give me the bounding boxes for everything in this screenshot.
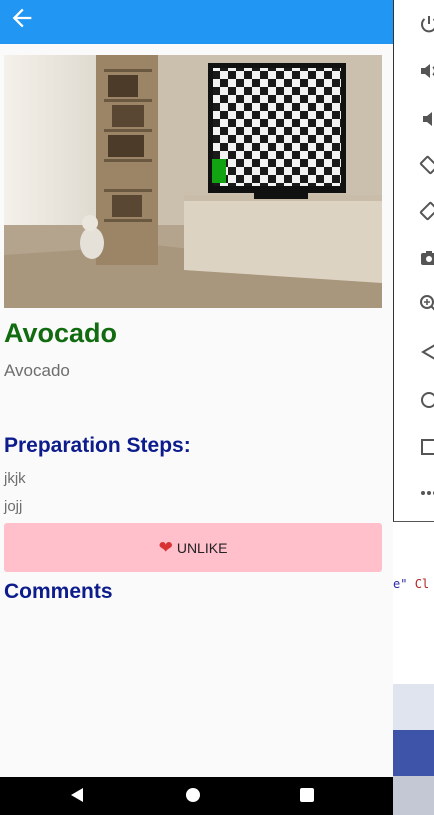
back-icon[interactable] (419, 342, 434, 362)
arrow-left-icon[interactable] (8, 4, 36, 32)
camera-icon[interactable] (419, 248, 434, 268)
nav-home-icon[interactable] (184, 786, 202, 809)
nav-recents-icon[interactable] (298, 786, 316, 809)
unlike-button[interactable]: ❤ UNLIKE (4, 523, 382, 572)
ide-taskbar-strip (393, 730, 434, 776)
recipe-title: Avocado (4, 318, 118, 348)
unlike-label: UNLIKE (176, 539, 228, 556)
recipe-subtitle: Avocado (4, 361, 70, 380)
emulator-side-panel: e" Cl (393, 0, 434, 815)
preparation-steps-heading: Preparation Steps: (4, 434, 191, 457)
step-item: jkjk (4, 470, 26, 487)
heart-icon: ❤ (158, 537, 173, 557)
code-editor-fragment: e" Cl (393, 522, 434, 684)
nav-back-icon[interactable] (68, 786, 86, 809)
comments-heading: Comments (4, 580, 113, 603)
emulator-toolbar (393, 0, 434, 522)
home-icon[interactable] (419, 390, 434, 410)
power-icon[interactable] (419, 14, 434, 34)
volume-up-icon[interactable] (419, 61, 434, 81)
ide-status-strip (393, 776, 434, 815)
phone-screen: Avocado Avocado Preparation Steps: jkjk … (0, 0, 393, 815)
system-nav-bar (0, 777, 393, 815)
volume-down-icon[interactable] (419, 109, 434, 129)
ide-panel-strip (393, 684, 434, 730)
app-bar (0, 0, 393, 44)
overview-icon[interactable] (419, 437, 434, 457)
step-item: jojj (4, 498, 23, 515)
rotate-right-icon[interactable] (419, 201, 434, 221)
code-snippet: e" Cl (393, 577, 429, 591)
rotate-left-icon[interactable] (419, 155, 434, 175)
zoom-icon[interactable] (419, 294, 434, 314)
code-keyword: Cl (414, 577, 430, 591)
recipe-image (4, 55, 382, 308)
more-icon[interactable] (419, 483, 434, 503)
code-string: e" (393, 577, 408, 591)
